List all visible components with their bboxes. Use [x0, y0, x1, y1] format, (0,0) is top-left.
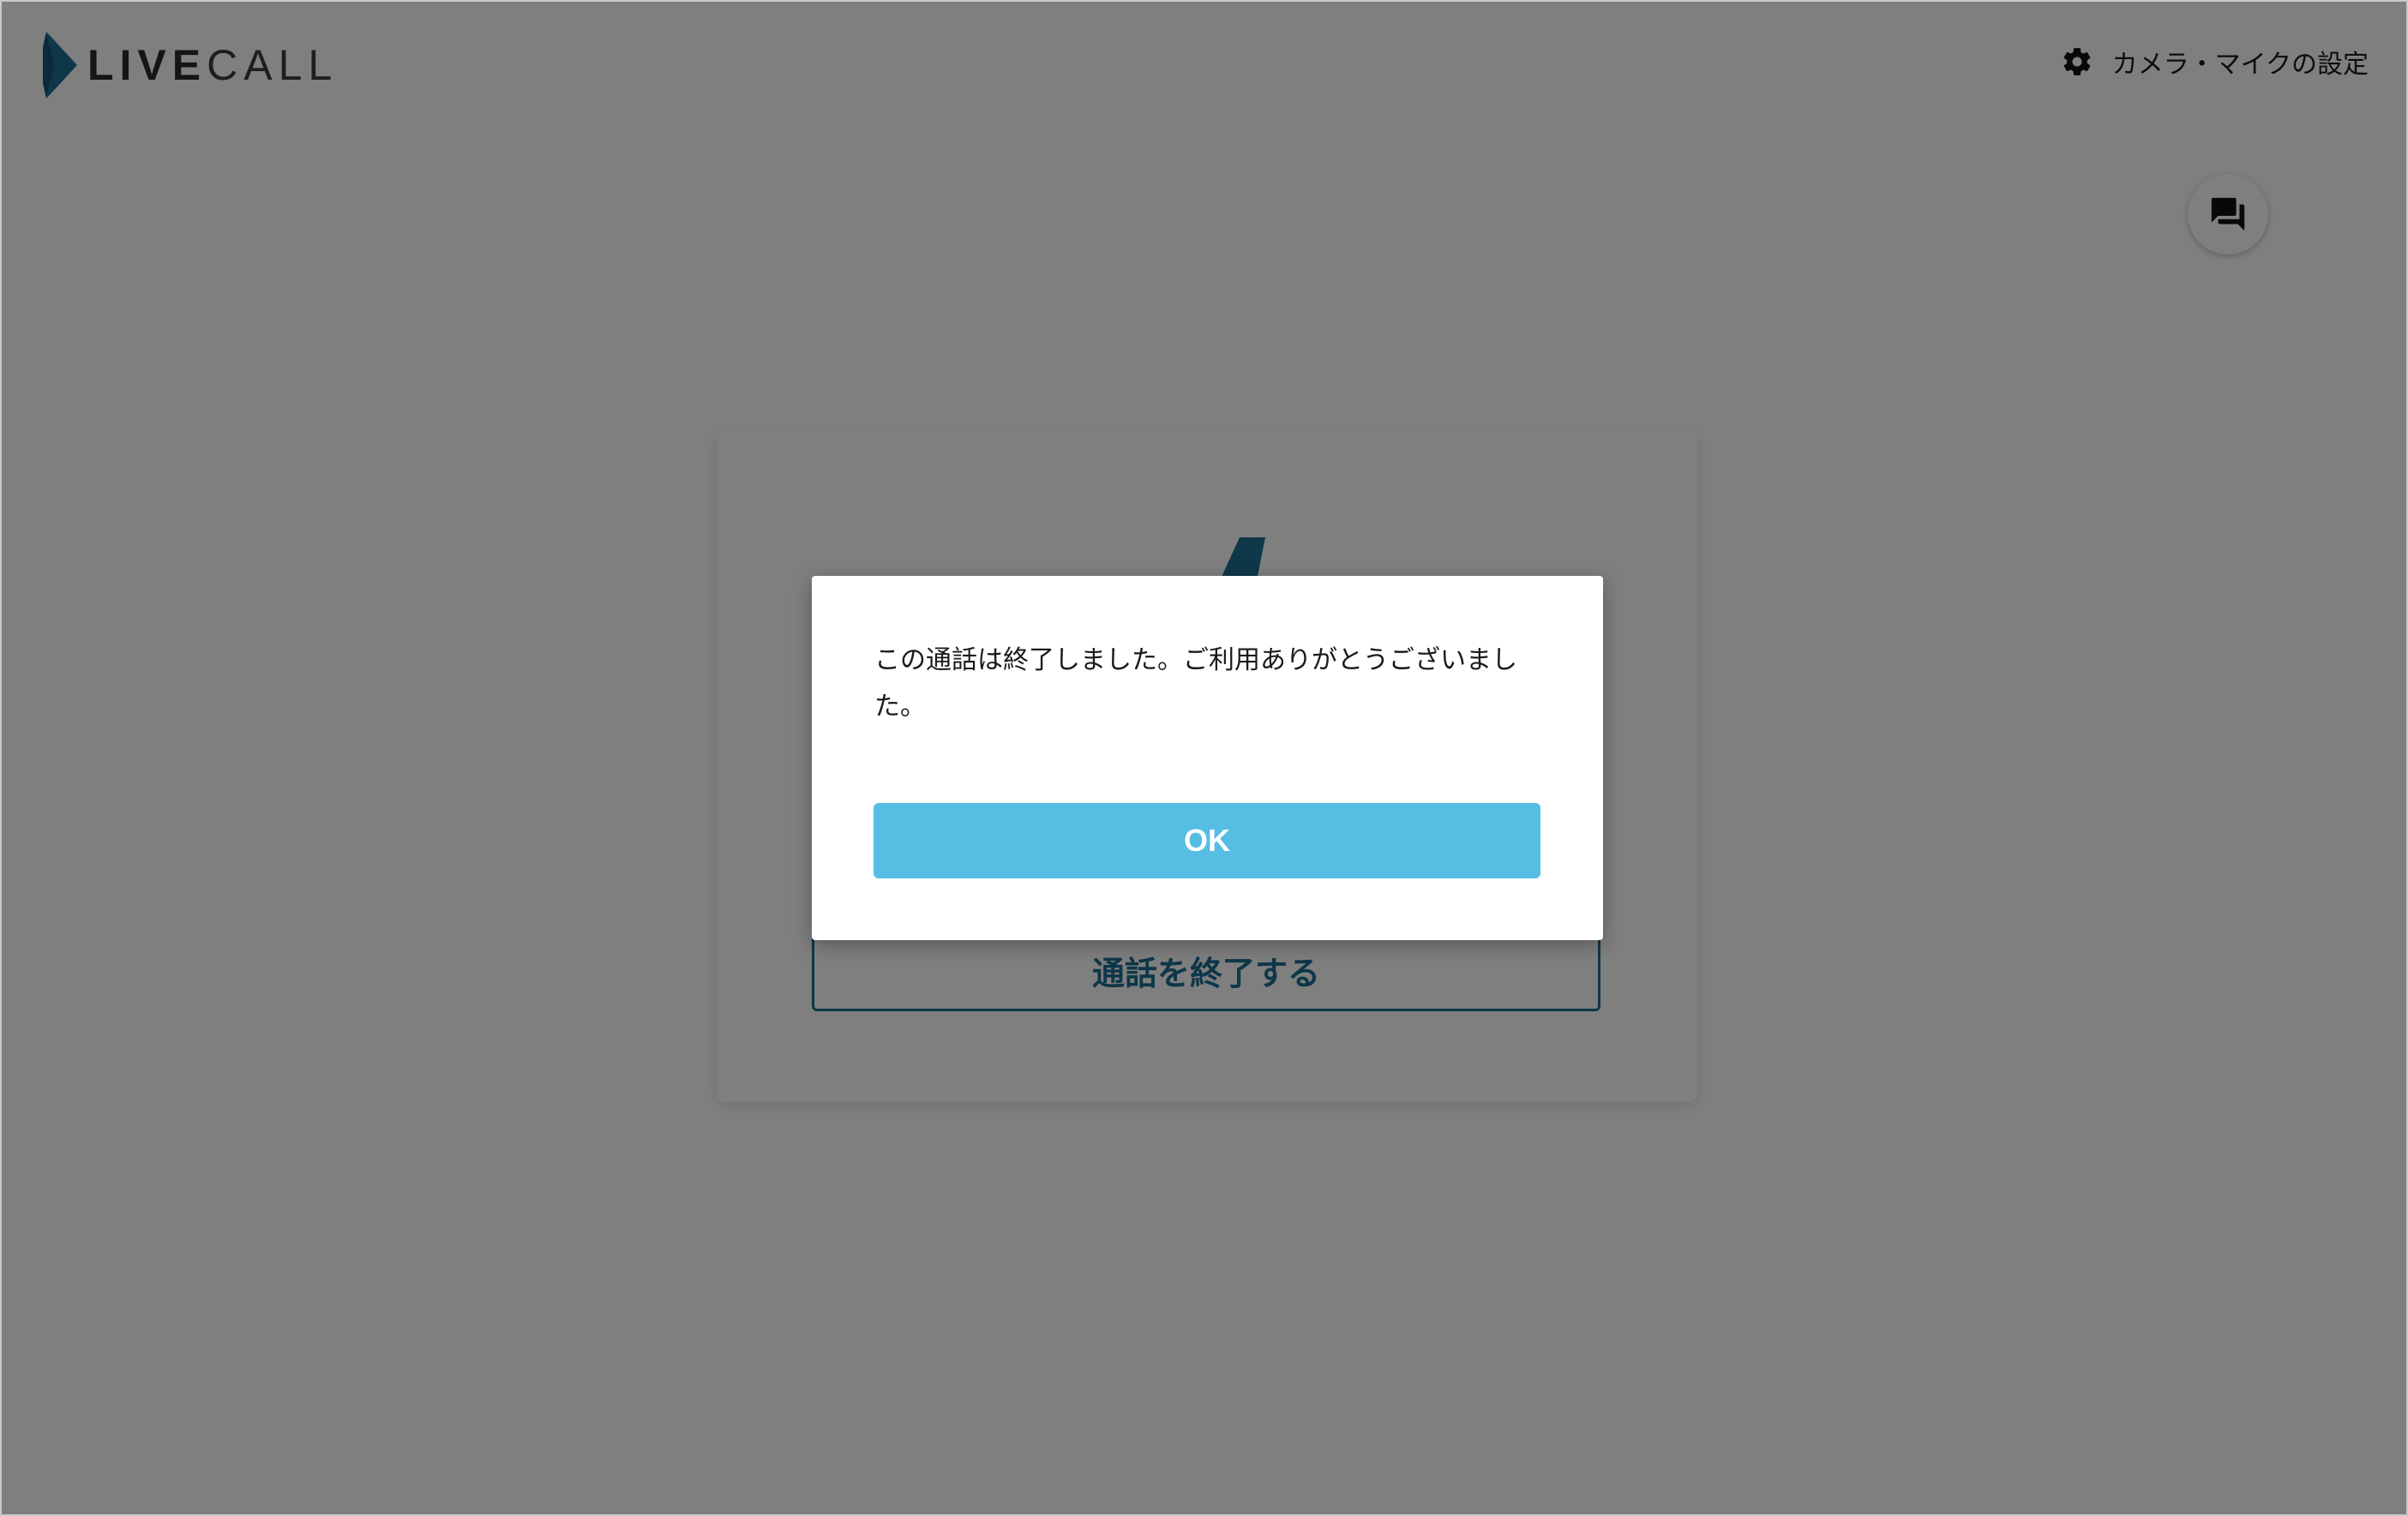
call-ended-dialog: この通話は終了しました。ご利用ありがとうございました。 OK: [812, 576, 1603, 940]
dialog-message: この通話は終了しました。ご利用ありがとうございました。: [874, 645, 1517, 722]
screen: LIVECALL カメラ・マイクの設定 通話を終了する この通話は終了しました。…: [0, 0, 2408, 1516]
ok-button[interactable]: OK: [874, 803, 1540, 878]
